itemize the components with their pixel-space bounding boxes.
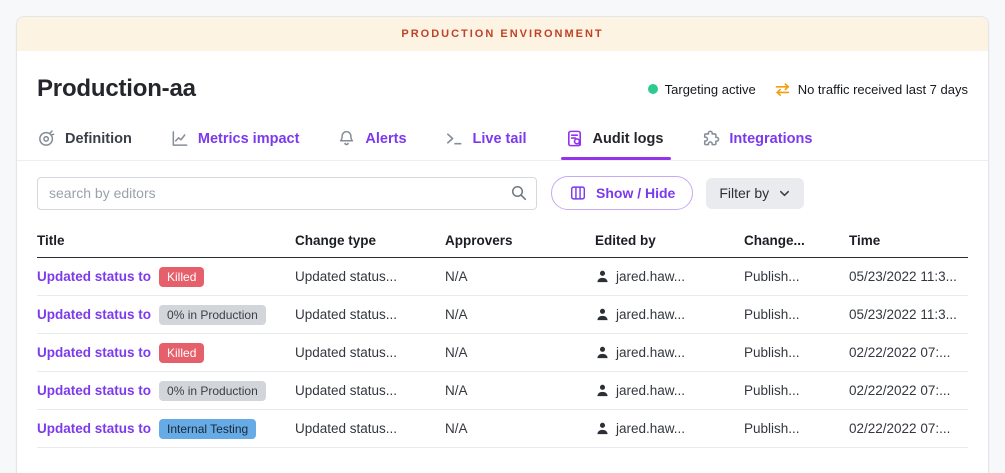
table-row[interactable]: Updated status to 0% in Production Updat…: [37, 296, 968, 334]
change-type-cell: Updated status...: [295, 345, 445, 360]
edited-by-cell: jared.haw...: [595, 421, 744, 436]
filter-by-dropdown[interactable]: Filter by: [706, 178, 804, 209]
audit-log-icon: [565, 129, 584, 148]
tab-audit-logs[interactable]: Audit logs: [565, 117, 664, 160]
change-cell: Publish...: [744, 345, 849, 360]
column-header-time: Time: [849, 233, 968, 248]
change-type-cell: Updated status...: [295, 307, 445, 322]
change-cell: Publish...: [744, 383, 849, 398]
search-icon: [510, 184, 528, 202]
approvers-cell: N/A: [445, 383, 595, 398]
definition-icon: [37, 129, 56, 148]
status-badge: Internal Testing: [159, 419, 256, 439]
toolbar: Show / Hide Filter by: [17, 161, 988, 222]
green-dot-icon: [648, 84, 658, 94]
table-row[interactable]: Updated status to Internal Testing Updat…: [37, 410, 968, 448]
change-cell: Publish...: [744, 421, 849, 436]
tab-label: Metrics impact: [198, 131, 300, 147]
tab-definition[interactable]: Definition: [37, 117, 132, 160]
time-cell: 05/23/2022 11:3...: [849, 269, 968, 284]
show-hide-label: Show / Hide: [596, 185, 675, 201]
environment-banner: PRODUCTION ENVIRONMENT: [17, 17, 988, 51]
status-badge: 0% in Production: [159, 305, 266, 325]
traffic-arrows-icon: [774, 82, 791, 97]
search-input[interactable]: [37, 177, 537, 210]
edited-by-label: jared.haw...: [616, 421, 685, 436]
tab-label: Alerts: [365, 131, 406, 147]
tab-alerts[interactable]: Alerts: [337, 117, 406, 160]
title-link[interactable]: Updated status to: [37, 383, 151, 398]
title-link[interactable]: Updated status to: [37, 421, 151, 436]
search-box: [37, 177, 537, 210]
time-cell: 02/22/2022 07:...: [849, 421, 968, 436]
user-icon: [595, 269, 610, 284]
edited-by-cell: jared.haw...: [595, 383, 744, 398]
title-link[interactable]: Updated status to: [37, 269, 151, 284]
change-type-cell: Updated status...: [295, 421, 445, 436]
tab-label: Live tail: [473, 131, 527, 147]
edited-by-label: jared.haw...: [616, 383, 685, 398]
user-icon: [595, 383, 610, 398]
time-cell: 02/22/2022 07:...: [849, 383, 968, 398]
column-header-approvers: Approvers: [445, 233, 595, 248]
change-cell: Publish...: [744, 307, 849, 322]
traffic-status: No traffic received last 7 days: [774, 82, 968, 97]
approvers-cell: N/A: [445, 307, 595, 322]
puzzle-icon: [701, 129, 720, 148]
tab-integrations[interactable]: Integrations: [701, 117, 812, 160]
edited-by-cell: jared.haw...: [595, 345, 744, 360]
status-badge: Killed: [159, 267, 204, 287]
metrics-icon: [170, 129, 189, 148]
status-group: Targeting active No traffic received las…: [648, 82, 968, 97]
targeting-status-label: Targeting active: [665, 82, 756, 97]
table-row[interactable]: Updated status to Killed Updated status.…: [37, 334, 968, 372]
column-header-edited-by: Edited by: [595, 233, 744, 248]
targeting-status: Targeting active: [648, 82, 756, 97]
user-icon: [595, 421, 610, 436]
change-type-cell: Updated status...: [295, 383, 445, 398]
audit-table: Title Change type Approvers Edited by Ch…: [37, 224, 968, 448]
edited-by-label: jared.haw...: [616, 269, 685, 284]
column-header-change: Change...: [744, 233, 849, 248]
edited-by-label: jared.haw...: [616, 345, 685, 360]
bell-icon: [337, 129, 356, 148]
page-header: Production-aa Targeting active No traffi…: [17, 51, 988, 117]
edited-by-label: jared.haw...: [616, 307, 685, 322]
tab-label: Audit logs: [593, 131, 664, 147]
environment-card: PRODUCTION ENVIRONMENT Production-aa Tar…: [16, 16, 989, 473]
approvers-cell: N/A: [445, 345, 595, 360]
tab-metrics-impact[interactable]: Metrics impact: [170, 117, 300, 160]
title-link[interactable]: Updated status to: [37, 345, 151, 360]
filter-by-label: Filter by: [719, 185, 769, 201]
tab-live-tail[interactable]: Live tail: [445, 117, 527, 160]
column-header-change-type: Change type: [295, 233, 445, 248]
change-cell: Publish...: [744, 269, 849, 284]
chevron-down-icon: [778, 187, 791, 200]
time-cell: 05/23/2022 11:3...: [849, 307, 968, 322]
status-badge: Killed: [159, 343, 204, 363]
change-type-cell: Updated status...: [295, 269, 445, 284]
user-icon: [595, 307, 610, 322]
tab-bar: Definition Metrics impact Alerts: [17, 117, 988, 161]
table-row[interactable]: Updated status to Killed Updated status.…: [37, 258, 968, 296]
title-link[interactable]: Updated status to: [37, 307, 151, 322]
tab-label: Integrations: [729, 131, 812, 147]
page-title: Production-aa: [37, 75, 196, 103]
edited-by-cell: jared.haw...: [595, 307, 744, 322]
column-header-title: Title: [37, 233, 295, 248]
approvers-cell: N/A: [445, 421, 595, 436]
user-icon: [595, 345, 610, 360]
approvers-cell: N/A: [445, 269, 595, 284]
status-badge: 0% in Production: [159, 381, 266, 401]
edited-by-cell: jared.haw...: [595, 269, 744, 284]
traffic-status-label: No traffic received last 7 days: [798, 82, 968, 97]
table-header-row: Title Change type Approvers Edited by Ch…: [37, 224, 968, 258]
columns-icon: [569, 184, 587, 202]
terminal-icon: [445, 129, 464, 148]
table-row[interactable]: Updated status to 0% in Production Updat…: [37, 372, 968, 410]
time-cell: 02/22/2022 07:...: [849, 345, 968, 360]
show-hide-button[interactable]: Show / Hide: [551, 176, 693, 210]
tab-label: Definition: [65, 131, 132, 147]
